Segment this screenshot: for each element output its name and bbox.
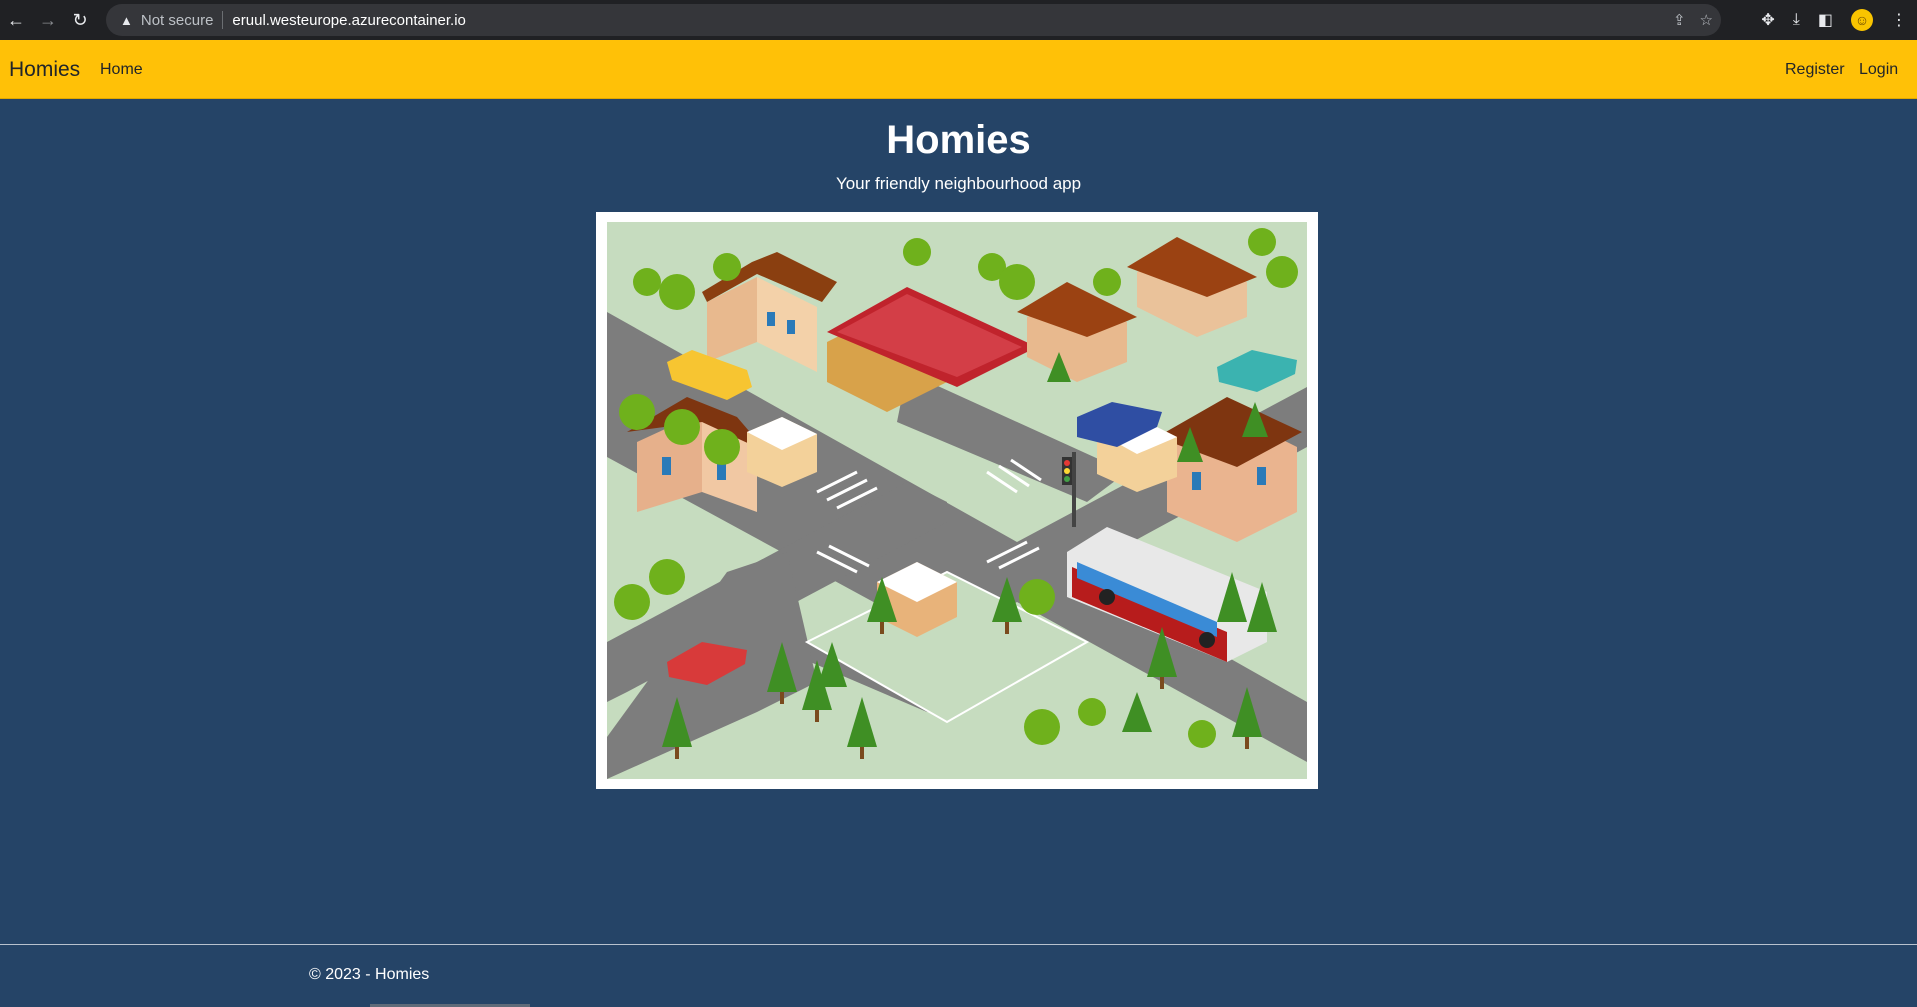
puzzle-icon[interactable]: ✥ [1761, 10, 1774, 30]
profile-icon[interactable]: ☺ [1851, 9, 1873, 31]
footer-copyright: © 2023 - Homies [309, 966, 430, 983]
neighbourhood-illustration [596, 212, 1318, 789]
nav-register-link[interactable]: Register [1785, 61, 1845, 79]
nav-login-link[interactable]: Login [1859, 61, 1898, 79]
warning-icon[interactable]: ▲ [120, 13, 133, 28]
footer-divider [0, 944, 1917, 945]
site-navbar: Homies Home Register Login [0, 40, 1917, 99]
address-bar[interactable]: ▲ Not secure eruul.westeurope.azureconta… [106, 4, 1721, 36]
download-icon[interactable]: ⤓ [1793, 11, 1800, 29]
address-separator [222, 11, 224, 29]
forward-arrow-icon[interactable]: → [32, 0, 64, 40]
brand-link[interactable]: Homies [9, 58, 80, 82]
browser-toolbar: ← → ↻ ▲ Not secure eruul.westeurope.azur… [0, 0, 1917, 40]
security-label[interactable]: Not secure [141, 12, 214, 29]
kebab-menu-icon[interactable]: ⋮ [1891, 10, 1907, 30]
url-text[interactable]: eruul.westeurope.azurecontainer.io [232, 12, 465, 29]
town-illustration-svg [607, 222, 1307, 779]
page-title: Homies [886, 118, 1031, 162]
page-subtitle: Your friendly neighbourhood app [835, 174, 1082, 193]
reload-icon[interactable]: ↻ [64, 0, 96, 40]
star-icon[interactable]: ☆ [1700, 11, 1713, 29]
sidebar-icon[interactable]: ◧ [1818, 10, 1833, 30]
nav-home-link[interactable]: Home [100, 61, 143, 79]
share-icon[interactable]: ⇪ [1673, 11, 1686, 29]
back-arrow-icon[interactable]: ← [0, 0, 32, 40]
